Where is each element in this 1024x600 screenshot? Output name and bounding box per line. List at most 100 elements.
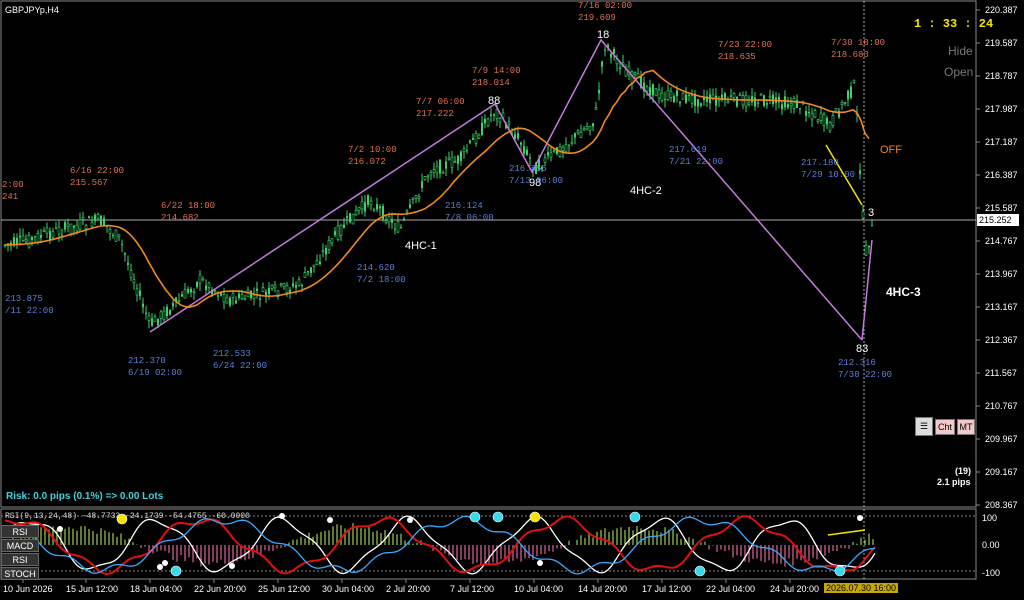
- signal-marker: [170, 565, 182, 577]
- indicator-tick-label: 100: [982, 513, 997, 523]
- annotation-line-1: 212.316: [838, 358, 876, 368]
- indicator-header: RSI(9,13,24,48) -48.7733 -24.1739 -54.47…: [5, 512, 250, 521]
- swing-count-3: 18: [597, 29, 610, 41]
- annotation-line-1: 212.370: [128, 356, 166, 366]
- price-tick-label: 208.367: [985, 500, 1018, 510]
- swing-count-1: 88: [488, 95, 501, 107]
- signal-dot: [857, 515, 863, 521]
- time-axis-highlight: 2026.07.30 16:00: [824, 583, 899, 593]
- indicator-btn-stoch[interactable]: STOCH: [1, 567, 39, 580]
- wave-label-1: 4HC-1: [405, 240, 437, 252]
- indicator-btn-rsi[interactable]: RSI: [1, 525, 39, 538]
- edge-annotation-time: 2:00: [2, 180, 24, 190]
- mt-button[interactable]: MT: [957, 419, 975, 435]
- time-tick-label: 10 Jun 2026: [3, 584, 53, 594]
- signal-marker: [492, 511, 504, 523]
- time-tick-label: 24 Jul 20:00: [770, 584, 819, 594]
- annotation-line-2: 218.014: [472, 78, 510, 88]
- pips-value: 2.1 pips: [937, 477, 971, 487]
- annotation-line-1: 217.619: [669, 145, 707, 155]
- price-tick-label: 209.167: [985, 467, 1018, 477]
- price-tick-label: 215.587: [985, 203, 1018, 213]
- swing-count-4: 83: [856, 343, 869, 355]
- annotation-line-1: 7/30 18:00: [831, 38, 886, 48]
- signal-marker: [529, 511, 541, 523]
- time-tick-label: 10 Jul 04:00: [514, 584, 563, 594]
- wave-label-3: 4HC-3: [886, 285, 921, 299]
- annotation-line-1: 6/22 18:00: [161, 201, 216, 211]
- edge-annotation-price: 241: [2, 192, 19, 202]
- price-tick-label: 211.567: [985, 368, 1017, 378]
- annotation-line-1: 217.180: [801, 158, 839, 168]
- indicator-tick-label: -100: [982, 568, 1000, 578]
- time-tick-label: 18 Jun 04:00: [130, 584, 182, 594]
- annotation-line-2: 7/8 06:00: [445, 213, 494, 223]
- time-tick-label: 2 Jul 20:00: [386, 584, 430, 594]
- time-tick-label: 15 Jun 12:00: [66, 584, 118, 594]
- annotation-line-1: 7/9 14:00: [472, 66, 521, 76]
- time-axis: 10 Jun 2026 15 Jun 12:00 18 Jun 04:00 22 Ju…: [3, 579, 819, 594]
- price-tick-label: 209.967: [985, 434, 1018, 444]
- hide-panel-link[interactable]: Hide: [948, 44, 973, 58]
- annotation-line-1: 7/23 22:00: [718, 40, 773, 50]
- price-chart[interactable]: 220.387 219.587 218.787 217.987 217.187 216.3…: [0, 0, 1024, 600]
- annotation-line-2: 7/2 18:00: [357, 275, 406, 285]
- signal-dot: [57, 526, 63, 532]
- time-tick-label: 17 Jul 12:00: [642, 584, 691, 594]
- price-tick-label: 219.587: [985, 38, 1018, 48]
- signal-dot: [157, 564, 163, 570]
- symbol-title: GBPJPYp,H4: [5, 5, 59, 15]
- price-tick-label: 212.367: [985, 335, 1018, 345]
- annotation-line-2: 7/29 10:00: [801, 170, 856, 180]
- indicator-tick-label: 0.00: [982, 540, 1000, 550]
- price-tick-label: 210.767: [985, 401, 1018, 411]
- signal-dot: [279, 513, 285, 519]
- current-price-badge: 215.252: [977, 214, 1019, 226]
- annotation-line-1: 216.124: [445, 201, 483, 211]
- price-tick-label: 220.387: [985, 5, 1018, 15]
- open-panel-link[interactable]: Open: [944, 65, 973, 79]
- wave-label-2: 4HC-2: [630, 185, 662, 197]
- annotation-line-2: 215.567: [70, 178, 108, 188]
- annotation-line-2: 6/19 02:00: [128, 368, 183, 378]
- cht-button[interactable]: Cht: [935, 419, 955, 435]
- chart-menu-icon[interactable]: ☰: [915, 417, 933, 436]
- annotation-line-2: 7/21 22:00: [669, 157, 724, 167]
- price-axis: 220.387 219.587 218.787 217.987 217.187 216.3…: [976, 5, 1018, 578]
- annotation-line-1: 7/2 10:00: [348, 145, 397, 155]
- signal-marker: [629, 511, 641, 523]
- time-tick-label: 22 Jun 20:00: [194, 584, 246, 594]
- annotation-line-2: 217.222: [416, 109, 454, 119]
- time-tick-label: 22 Jul 04:00: [706, 584, 755, 594]
- annotation-line-2: 7/13 06:00: [509, 176, 564, 186]
- signal-dot: [162, 560, 168, 566]
- indicator-lines: [4, 511, 876, 577]
- indicator-btn-macd[interactable]: MACD: [1, 539, 39, 552]
- countdown-timer: 1 : 33 : 24: [914, 17, 994, 31]
- annotation-line-2: 6/24 22:00: [213, 361, 268, 371]
- signal-dot: [327, 517, 333, 523]
- annotation-line-1: 212.533: [213, 349, 251, 359]
- swing-count-5: 3: [868, 207, 875, 219]
- annotation-line-2: 7/30 22:00: [838, 370, 893, 380]
- time-tick-label: 30 Jun 04:00: [322, 584, 374, 594]
- signal-marker: [694, 565, 706, 577]
- price-tick-label: 217.987: [985, 104, 1018, 114]
- price-tick-label: 214.767: [985, 236, 1018, 246]
- signal-marker: [469, 511, 481, 523]
- annotation-line-2: 218.683: [831, 50, 869, 60]
- price-tick-label: 217.187: [985, 137, 1018, 147]
- price-tick-label: 213.167: [985, 302, 1018, 312]
- signal-dot: [407, 517, 413, 523]
- signal-marker: [834, 565, 846, 577]
- candlesticks: [3, 43, 873, 329]
- indicator-btn-rsi-2[interactable]: RSI: [1, 553, 39, 566]
- pips-count: (19): [955, 466, 972, 476]
- signal-dot: [537, 560, 543, 566]
- annotation-line-2: 218.635: [718, 52, 756, 62]
- price-tick-label: 216.387: [985, 170, 1018, 180]
- annotation-line-1: 7/16 02:00: [578, 1, 633, 11]
- time-tick-label: 25 Jun 12:00: [258, 584, 310, 594]
- annotation-line-1: 213.875: [5, 294, 43, 304]
- risk-info: Risk: 0.0 pips (0.1%) => 0.00 Lots: [6, 491, 164, 502]
